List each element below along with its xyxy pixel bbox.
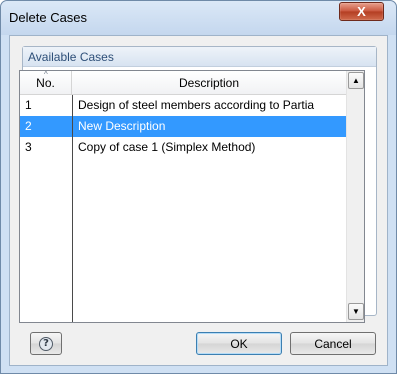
row-description: Design of steel members according to Par… [78,98,315,112]
row-number: 2 [25,119,32,133]
close-icon: X [357,4,366,19]
help-icon: ? [39,336,53,351]
arrow-up-icon: ▲ [352,76,360,85]
table-row[interactable]: 1 Design of steel members according to P… [20,95,346,116]
arrow-down-icon: ▼ [352,307,360,316]
column-header-description[interactable]: Description [72,71,346,95]
row-number: 1 [25,98,32,112]
cases-table[interactable]: ^ No. Description 1 Design of steel memb… [19,70,365,323]
table-row-selected[interactable]: 2 New Description [20,116,346,137]
ok-button[interactable]: OK [196,332,282,355]
column-header-description-label: Description [178,76,240,90]
row-description: Copy of case 1 (Simplex Method) [78,140,256,154]
sort-ascending-icon: ^ [44,70,48,79]
title-bar[interactable]: Delete Cases X [1,1,396,35]
close-button[interactable]: X [339,2,384,21]
dialog-title: Delete Cases [9,10,88,25]
column-header-no[interactable]: ^ No. [20,70,72,95]
row-description: New Description [78,119,166,133]
group-header: Available Cases [23,47,376,67]
scroll-up-button[interactable]: ▲ [348,72,364,89]
column-divider [72,95,73,322]
group-title: Available Cases [28,50,114,64]
table-header: ^ No. Description [20,70,346,95]
table-body: 1 Design of steel members according to P… [20,95,346,158]
table-row[interactable]: 3 Copy of case 1 (Simplex Method) [20,137,346,158]
vertical-scrollbar[interactable]: ▲ ▼ [346,71,364,322]
help-button[interactable]: ? [30,332,62,355]
dialog-body: Available Cases ^ No. Description 1 Desi… [9,35,388,366]
row-number: 3 [25,140,32,154]
scroll-down-button[interactable]: ▼ [348,303,364,320]
cancel-button[interactable]: Cancel [290,332,376,355]
delete-cases-dialog: Delete Cases X Available Cases ^ No. Des… [0,0,397,374]
